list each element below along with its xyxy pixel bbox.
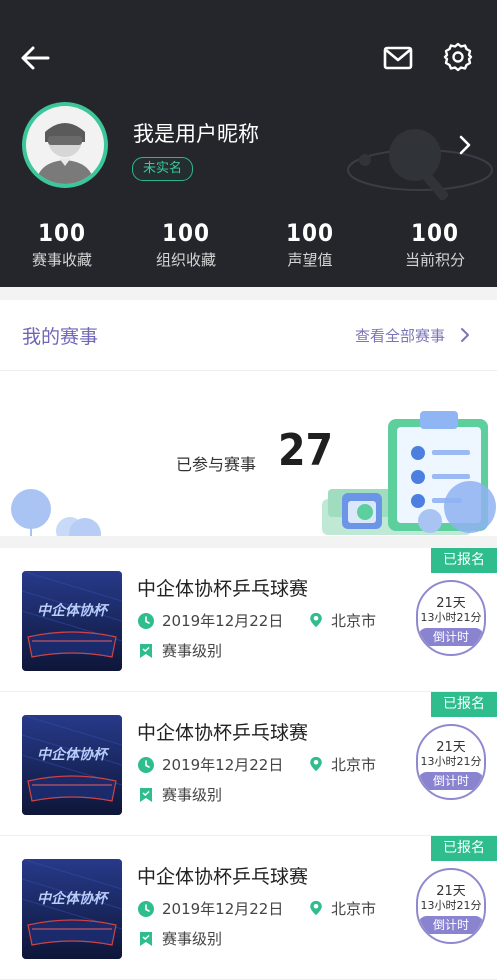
- registered-status-badge: 已报名: [431, 692, 497, 717]
- svg-text:中企体协杯: 中企体协杯: [37, 746, 110, 763]
- event-image-icon: 中企体协杯: [22, 715, 122, 815]
- event-title: 中企体协杯乒乓球赛: [137, 722, 309, 744]
- my-events-header: 我的赛事 查看全部赛事: [0, 300, 497, 371]
- user-avatar-icon: [36, 123, 94, 184]
- stat-reputation[interactable]: 100 声望值: [248, 218, 372, 272]
- bookmark-flag-icon: [140, 932, 152, 946]
- stat-value: 100: [37, 219, 87, 247]
- location-pin-icon: [310, 612, 322, 628]
- event-date: 2019年12月22日: [162, 612, 284, 630]
- view-all-events-link[interactable]: 查看全部赛事: [355, 325, 445, 346]
- countdown-label: 倒计时: [418, 772, 484, 790]
- svg-text:中企体协杯: 中企体协杯: [37, 602, 110, 619]
- event-title: 中企体协杯乒乓球赛: [137, 578, 309, 600]
- event-title: 中企体协杯乒乓球赛: [137, 866, 309, 888]
- event-date: 2019年12月22日: [162, 900, 284, 918]
- section-divider: [0, 536, 497, 548]
- profile-header: 我是用户昵称 未实名 100 赛事收藏 100 组织收藏 100 声望值 100…: [0, 0, 497, 287]
- registered-status-badge: 已报名: [431, 548, 497, 573]
- event-city: 北京市: [331, 756, 377, 774]
- stat-label: 声望值: [287, 251, 333, 269]
- user-stats: 100 赛事收藏 100 组织收藏 100 声望值 100 当前积分: [0, 218, 497, 278]
- section-title: 我的赛事: [22, 326, 99, 348]
- clock-icon: [138, 901, 154, 917]
- user-nickname: 我是用户昵称: [133, 122, 259, 146]
- chevron-right-icon[interactable]: [458, 327, 472, 343]
- location-pin-icon: [310, 900, 322, 916]
- clock-icon: [138, 613, 154, 629]
- event-card[interactable]: 中企体协杯 中企体协杯乒乓球赛 2019年12月22日 北京市 赛事级别 已报名…: [0, 836, 497, 980]
- stat-value: 100: [285, 219, 335, 247]
- event-thumbnail: 中企体协杯: [22, 571, 122, 671]
- section-divider: [0, 287, 497, 300]
- gear-icon[interactable]: [442, 41, 474, 73]
- countdown-widget: 21天 13小时21分 倒计时: [416, 724, 486, 800]
- realname-status-badge[interactable]: 未实名: [132, 157, 194, 181]
- participation-summary: 已参与赛事 27: [0, 371, 497, 536]
- countdown-hours-minutes: 13小时21分: [420, 755, 482, 768]
- arrow-left-icon[interactable]: [18, 42, 52, 74]
- bookmark-flag-icon: [140, 788, 152, 802]
- event-level: 赛事级别: [162, 930, 223, 948]
- event-card[interactable]: 中企体协杯 中企体协杯乒乓球赛 2019年12月22日 北京市 赛事级别 已报名…: [0, 692, 497, 836]
- chevron-right-icon[interactable]: [454, 134, 476, 156]
- event-city: 北京市: [331, 612, 377, 630]
- event-thumbnail: 中企体协杯: [22, 859, 122, 959]
- event-image-icon: 中企体协杯: [22, 859, 122, 959]
- countdown-widget: 21天 13小时21分 倒计时: [416, 580, 486, 656]
- stat-label: 当前积分: [404, 251, 465, 269]
- stat-value: 100: [161, 219, 211, 247]
- event-date: 2019年12月22日: [162, 756, 284, 774]
- stat-org-favorites[interactable]: 100 组织收藏: [124, 218, 248, 272]
- registered-status-badge: 已报名: [431, 836, 497, 861]
- location-pin-icon: [310, 756, 322, 772]
- event-city: 北京市: [331, 900, 377, 918]
- countdown-hours-minutes: 13小时21分: [420, 899, 482, 912]
- mail-icon[interactable]: [382, 42, 414, 74]
- countdown-hours-minutes: 13小时21分: [420, 611, 482, 624]
- event-card[interactable]: 中企体协杯 中企体协杯乒乓球赛 2019年12月22日 北京市 赛事级别 已报名…: [0, 548, 497, 692]
- bookmark-flag-icon: [140, 644, 152, 658]
- clock-icon: [138, 757, 154, 773]
- event-level: 赛事级别: [162, 642, 223, 660]
- stat-value: 100: [410, 219, 460, 247]
- participated-label: 已参与赛事: [176, 455, 257, 474]
- event-thumbnail: 中企体协杯: [22, 715, 122, 815]
- event-image-icon: 中企体协杯: [22, 571, 122, 671]
- stat-event-favorites[interactable]: 100 赛事收藏: [0, 218, 124, 272]
- countdown-widget: 21天 13小时21分 倒计时: [416, 868, 486, 944]
- countdown-label: 倒计时: [418, 628, 484, 646]
- participated-count: 27: [278, 425, 334, 476]
- stat-label: 赛事收藏: [31, 251, 92, 269]
- stat-points[interactable]: 100 当前积分: [373, 218, 497, 272]
- svg-text:中企体协杯: 中企体协杯: [37, 890, 110, 907]
- countdown-label: 倒计时: [418, 916, 484, 934]
- stat-label: 组织收藏: [155, 251, 216, 269]
- event-level: 赛事级别: [162, 786, 223, 804]
- avatar[interactable]: [22, 102, 108, 188]
